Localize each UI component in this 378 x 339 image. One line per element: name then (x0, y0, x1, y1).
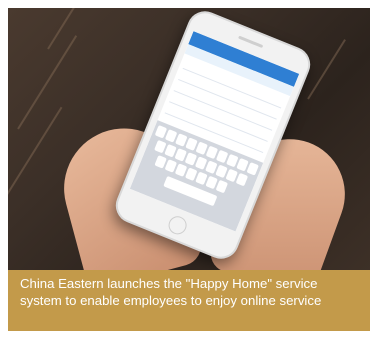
caption-bar: China Eastern launches the "Happy Home" … (8, 270, 370, 331)
photo (8, 8, 370, 270)
news-figure: China Eastern launches the "Happy Home" … (8, 8, 370, 331)
caption-text: China Eastern launches the "Happy Home" … (20, 276, 322, 308)
home-button (165, 213, 190, 238)
